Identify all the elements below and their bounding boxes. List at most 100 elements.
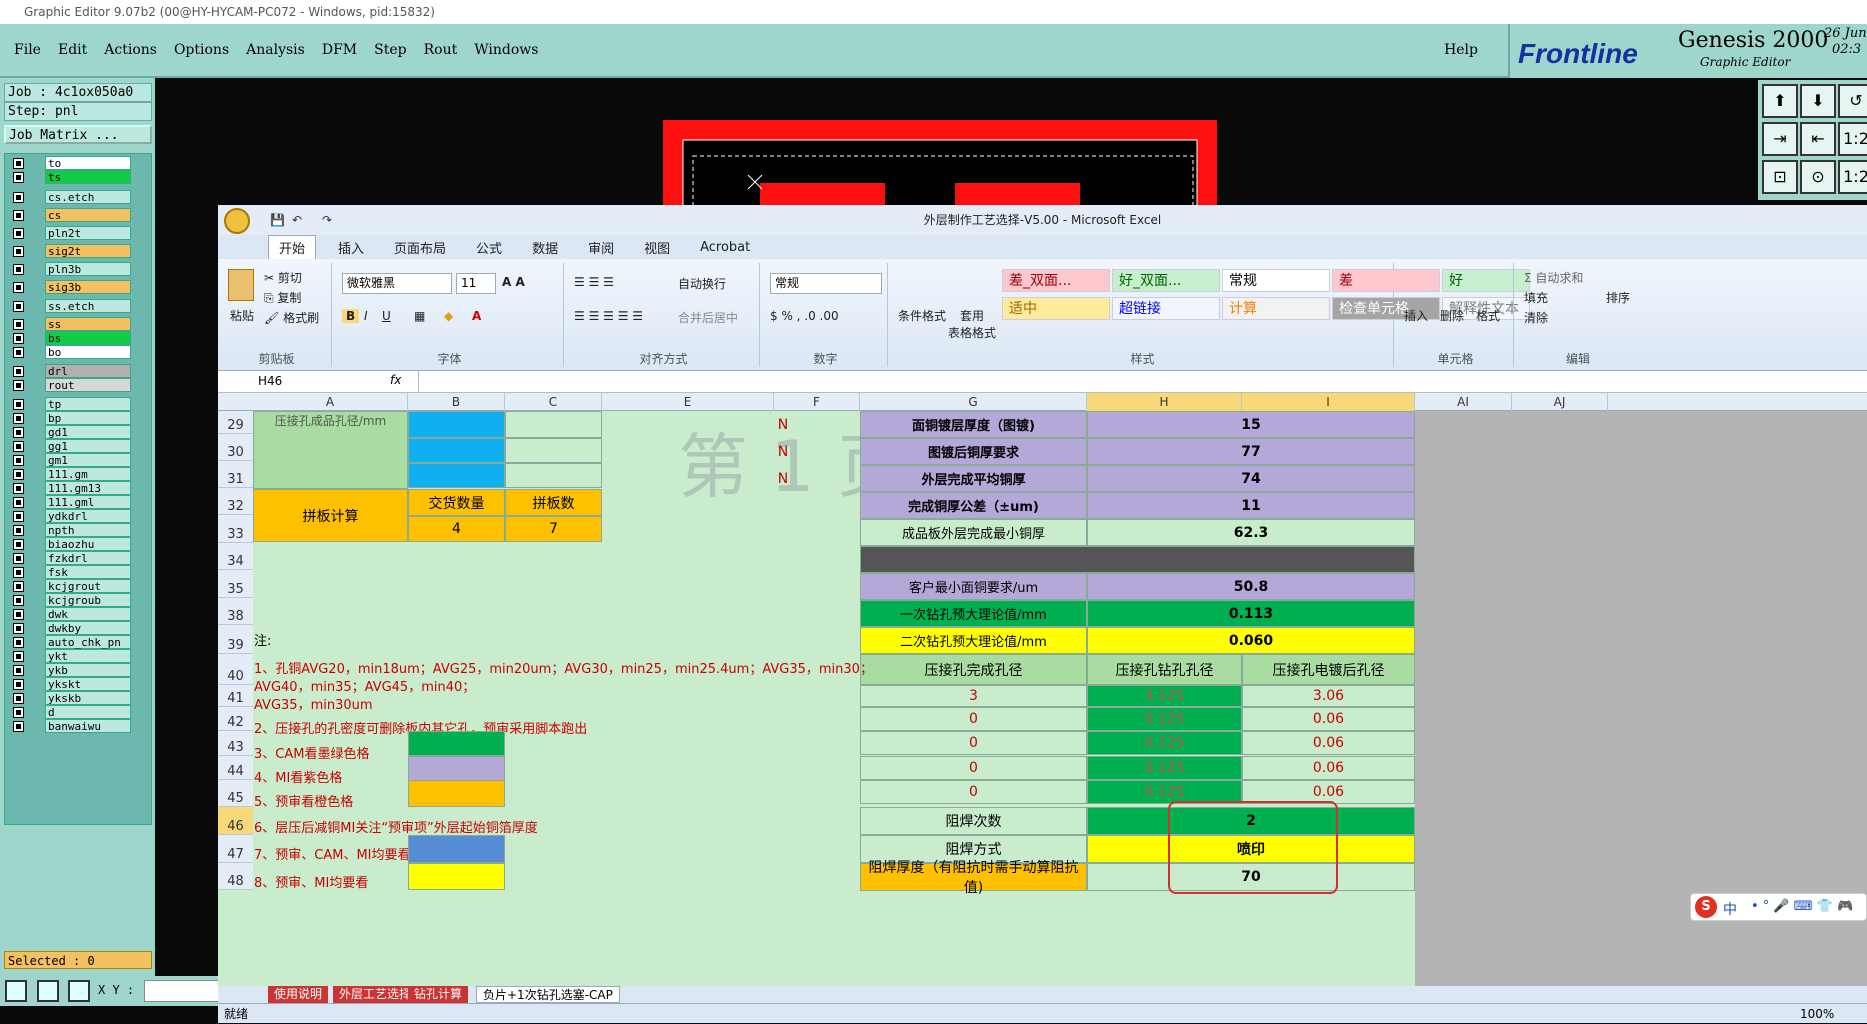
row-header[interactable]: 38 [218, 598, 253, 625]
layer-row[interactable]: bo [9, 345, 131, 359]
italic-button[interactable]: I [364, 309, 368, 323]
layer-row[interactable]: fzkdrl [9, 551, 131, 565]
layer-row[interactable]: ss.etch [9, 299, 131, 313]
layer-row[interactable]: cs [9, 208, 131, 222]
column-header[interactable]: A [253, 393, 408, 411]
bold-button[interactable]: B [342, 309, 360, 323]
layer-checkbox[interactable] [13, 693, 24, 704]
view-button[interactable]: ⇤ [1800, 122, 1836, 156]
row-header[interactable]: 48 [218, 863, 253, 890]
layer-row[interactable]: ykb [9, 663, 131, 677]
layer-name[interactable]: ykskb [45, 691, 131, 705]
layer-checkbox[interactable] [13, 301, 24, 312]
layer-name[interactable]: pln3b [45, 262, 131, 276]
cell-style[interactable]: 适中 [1002, 297, 1110, 320]
insert-cells-button[interactable]: 插入 [1404, 307, 1428, 324]
sheet-tab[interactable]: 外层工艺选择 [333, 986, 418, 1003]
layer-checkbox[interactable] [13, 497, 24, 508]
column-header[interactable]: C [505, 393, 602, 411]
layer-name[interactable]: kcjgroub [45, 593, 131, 607]
layer-row[interactable]: dwk [9, 607, 131, 621]
layer-name[interactable]: ydkdrl [45, 509, 131, 523]
row-header[interactable]: 47 [218, 835, 253, 863]
tab-page-layout[interactable]: 页面布局 [394, 238, 446, 257]
grow-font-button[interactable]: A A [502, 275, 525, 289]
layer-row[interactable]: banwaiwu [9, 719, 131, 733]
layer-row[interactable]: pln2t [9, 226, 131, 240]
menu-actions[interactable]: Actions [104, 42, 157, 58]
layer-name[interactable]: dwkby [45, 621, 131, 635]
layer-row[interactable]: 111.gm13 [9, 481, 131, 495]
layer-checkbox[interactable] [13, 380, 24, 391]
column-header[interactable]: E [602, 393, 774, 411]
tab-view[interactable]: 视图 [644, 238, 670, 257]
layer-name[interactable]: fzkdrl [45, 551, 131, 565]
layer-checkbox[interactable] [13, 399, 24, 410]
fill-button[interactable]: 填充 [1524, 289, 1548, 306]
layer-checkbox[interactable] [13, 511, 24, 522]
layer-name[interactable]: sig2t [45, 244, 131, 258]
ime-tools-icons[interactable]: • ° 🎤 ⌨ 👕 🎮 [1751, 899, 1853, 914]
layer-checkbox[interactable] [13, 455, 24, 466]
font-name-combo[interactable]: 微软雅黑 [342, 273, 452, 294]
cell-style[interactable]: 常规 [1222, 269, 1330, 292]
layer-row[interactable]: ykskb [9, 691, 131, 705]
layer-checkbox[interactable] [13, 158, 24, 169]
layer-row[interactable]: ss [9, 317, 131, 331]
fx-icon[interactable]: fx [390, 373, 401, 387]
layer-name[interactable]: gm1 [45, 453, 131, 467]
worksheet-grid[interactable]: 第 1 页 29 30 31 32 33 34 35 38 39 40 41 42 43 44 45 46 47… [218, 411, 1867, 986]
layer-checkbox[interactable] [13, 282, 24, 293]
layer-row[interactable]: 111.gm [9, 467, 131, 481]
layer-checkbox[interactable] [13, 210, 24, 221]
sheet-tab[interactable]: 负片+1次钻孔选塞-CAP [476, 986, 620, 1003]
layer-checkbox[interactable] [13, 192, 24, 203]
layer-checkbox[interactable] [13, 679, 24, 690]
layer-row[interactable]: auto_chk_pn [9, 635, 131, 649]
redo-icon[interactable]: ↷ [322, 213, 332, 227]
column-header[interactable]: H [1087, 393, 1242, 411]
sort-button[interactable]: 排序 [1606, 289, 1630, 306]
sheet-tab[interactable]: 钻孔计算 [408, 986, 469, 1003]
ime-toolbar[interactable]: S 中 • ° 🎤 ⌨ 👕 🎮 [1690, 893, 1867, 921]
menu-edit[interactable]: Edit [58, 42, 87, 58]
layer-checkbox[interactable] [13, 567, 24, 578]
tab-review[interactable]: 审阅 [588, 238, 614, 257]
tab-formulas[interactable]: 公式 [476, 238, 502, 257]
undo-icon[interactable]: ↶ [292, 213, 302, 227]
menu-file[interactable]: File [14, 42, 41, 58]
row-header[interactable]: 45 [218, 780, 253, 807]
layer-checkbox[interactable] [13, 172, 24, 183]
layer-name[interactable]: ss [45, 317, 131, 331]
view-button[interactable]: 1:2 [1838, 122, 1867, 156]
layer-name[interactable]: d [45, 705, 131, 719]
job-matrix-button[interactable]: Job Matrix ... [4, 125, 152, 144]
layer-name[interactable]: 111.gm13 [45, 481, 131, 495]
tab-data[interactable]: 数据 [532, 238, 558, 257]
layer-checkbox[interactable] [13, 623, 24, 634]
sheet-tab[interactable]: 使用说明 [268, 986, 329, 1003]
layer-row[interactable]: ydkdrl [9, 509, 131, 523]
layer-name[interactable]: tp [45, 397, 131, 411]
layer-row[interactable]: sig2t [9, 244, 131, 258]
cut-button[interactable]: ✂ 剪切 [264, 269, 302, 286]
row-header[interactable]: 31 [218, 461, 253, 488]
merge-center-button[interactable]: 合并后居中 [678, 309, 738, 326]
column-header[interactable]: AJ [1512, 393, 1608, 411]
layer-row[interactable]: biaozhu [9, 537, 131, 551]
valign-icon[interactable]: ☰ ☰ ☰ [574, 275, 614, 289]
layer-name[interactable]: pln2t [45, 226, 131, 240]
layer-checkbox[interactable] [13, 525, 24, 536]
layer-name[interactable]: 111.gml [45, 495, 131, 509]
cell-style[interactable]: 超链接 [1112, 297, 1220, 320]
layer-checkbox[interactable] [13, 721, 24, 732]
layer-checkbox[interactable] [13, 581, 24, 592]
layer-row[interactable]: gg1 [9, 439, 131, 453]
layer-row[interactable]: bs [9, 331, 131, 345]
office-button-icon[interactable] [224, 208, 250, 234]
layer-checkbox[interactable] [13, 637, 24, 648]
save-icon[interactable]: 💾 [270, 213, 285, 227]
halign-icon[interactable]: ☰ ☰ ☰ ☰ ☰ [574, 309, 643, 323]
menu-rout[interactable]: Rout [424, 42, 458, 58]
row-header[interactable]: 30 [218, 434, 253, 461]
